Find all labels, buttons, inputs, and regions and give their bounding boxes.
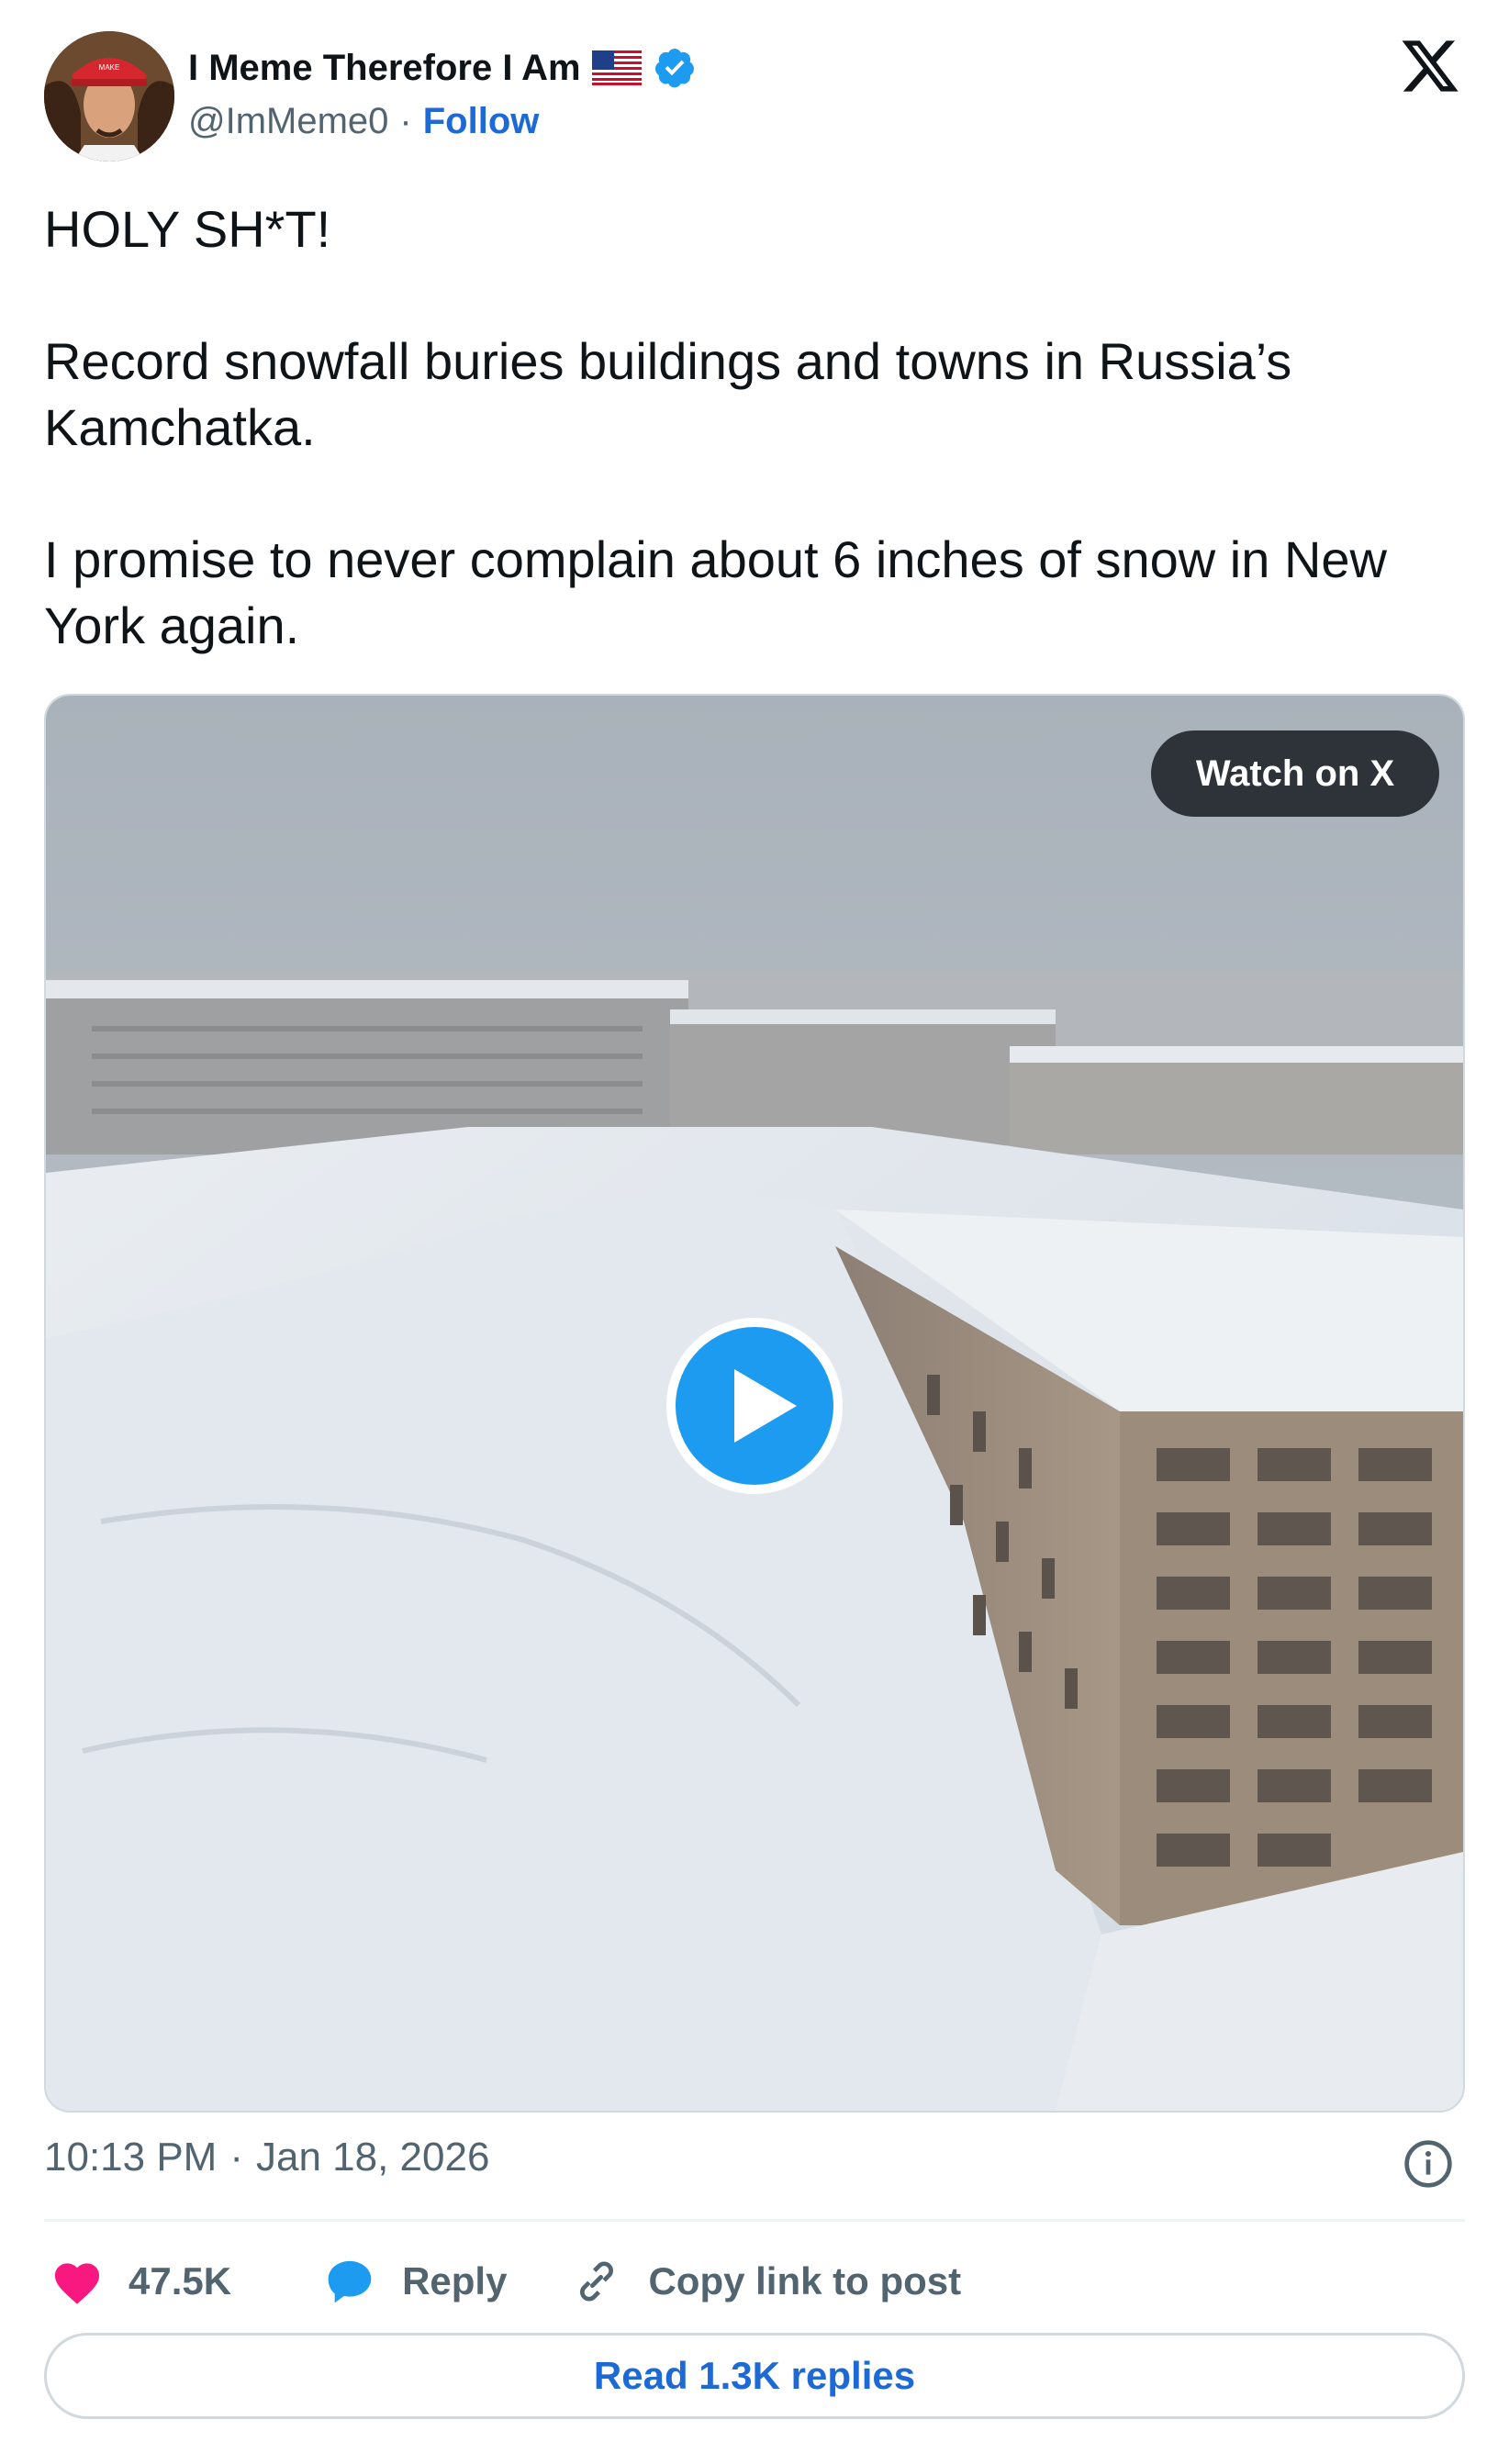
post-actions: 47.5K Reply Copy link to post <box>51 2247 961 2316</box>
avatar[interactable]: MAKE <box>44 31 174 162</box>
timestamp-separator: · <box>229 2135 243 2180</box>
post-date: Jan 18, 2026 <box>256 2135 490 2180</box>
author-handle-row: @ImMeme0 · Follow <box>188 101 539 142</box>
reply-bubble-icon <box>323 2256 376 2307</box>
copy-link-label: Copy link to post <box>648 2259 962 2302</box>
heart-icon <box>51 2258 103 2305</box>
post-text-line: Record snowfall buries buildings and tow… <box>44 332 1292 456</box>
us-flag-icon <box>591 50 642 85</box>
post-text-line: I promise to never complain about 6 inch… <box>44 530 1387 654</box>
watch-on-x-button[interactable]: Watch on X <box>1151 730 1439 817</box>
like-button[interactable]: 47.5K <box>51 2258 231 2305</box>
link-icon <box>571 2256 622 2307</box>
info-icon[interactable] <box>1403 2138 1454 2190</box>
avatar-image: MAKE <box>44 31 174 162</box>
author-display-name[interactable]: I Meme Therefore I Am <box>188 48 581 89</box>
handle-separator: · <box>399 101 412 141</box>
play-icon[interactable] <box>663 1314 846 1498</box>
read-replies-button[interactable]: Read 1.3K replies <box>44 2333 1465 2419</box>
verified-badge-icon <box>653 46 697 90</box>
post-time: 10:13 PM <box>44 2135 218 2180</box>
follow-button[interactable]: Follow <box>423 101 540 142</box>
author-name-row: I Meme Therefore I Am <box>188 40 697 95</box>
post-text-line: HOLY SH*T! <box>44 200 331 258</box>
post-text: HOLY SH*T! Record snowfall buries buildi… <box>44 196 1458 659</box>
svg-text:MAKE: MAKE <box>99 63 120 72</box>
reply-label: Reply <box>402 2259 508 2302</box>
copy-link-button[interactable]: Copy link to post <box>571 2256 961 2307</box>
reply-button[interactable]: Reply <box>323 2256 507 2307</box>
author-handle[interactable]: @ImMeme0 <box>188 101 388 142</box>
x-logo-icon[interactable] <box>1399 35 1461 97</box>
embedded-post: MAKE I Meme Therefore I Am @ImMeme0 · Fo… <box>0 0 1509 2464</box>
post-timestamp[interactable]: 10:13 PM · Jan 18, 2026 <box>44 2135 489 2180</box>
like-count: 47.5K <box>129 2259 232 2302</box>
divider <box>44 2219 1465 2222</box>
